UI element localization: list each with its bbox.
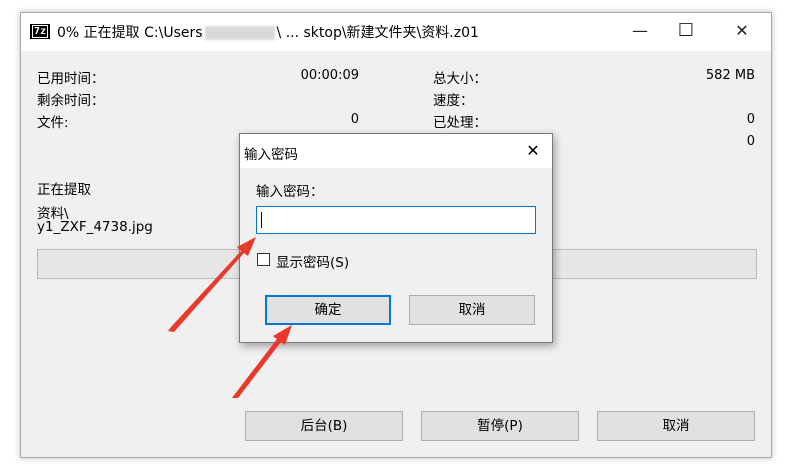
arrow-to-password-input: [168, 237, 256, 332]
annotation-arrows: [168, 237, 292, 398]
arrow-to-ok-button: [232, 325, 292, 398]
